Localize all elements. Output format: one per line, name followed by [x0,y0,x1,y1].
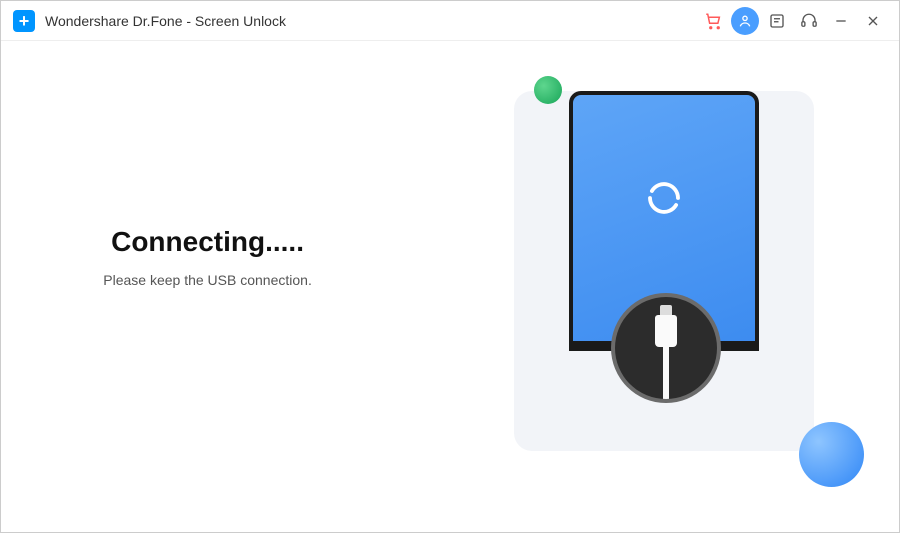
status-subtext: Please keep the USB connection. [103,272,312,288]
plug-icon [655,315,677,347]
minimize-button[interactable] [827,7,855,35]
status-heading: Connecting..... [111,226,304,258]
decor-green-circle [534,76,562,104]
account-icon[interactable] [731,7,759,35]
close-button[interactable] [859,7,887,35]
sync-icon [643,177,685,219]
left-panel: Connecting..... Please keep the USB conn… [1,0,414,532]
cart-icon[interactable] [699,7,727,35]
decor-blue-circle [799,422,864,487]
content-area: Connecting..... Please keep the USB conn… [1,41,899,532]
right-panel [414,41,899,532]
feedback-icon[interactable] [763,7,791,35]
usb-plug-illustration [611,293,721,403]
support-icon[interactable] [795,7,823,35]
